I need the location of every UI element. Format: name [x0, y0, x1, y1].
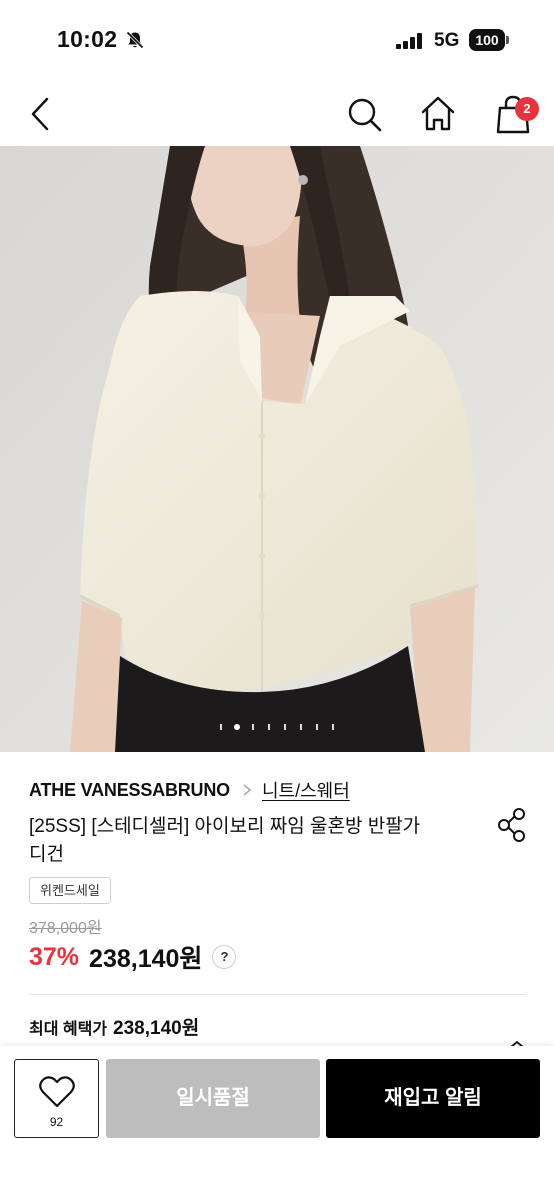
pagination-dot	[252, 724, 254, 730]
signal-icon	[396, 33, 422, 49]
max-benefit-label: 최대 혜택가	[29, 1021, 108, 1038]
sale-price: 238,140원	[89, 945, 203, 973]
pagination-dot	[300, 724, 302, 730]
top-navigation: 2	[0, 80, 554, 146]
status-bar: 10:02 5G 100	[0, 0, 554, 80]
product-title-line2: 디건	[29, 844, 64, 865]
category-link[interactable]: 니트/스웨터	[262, 777, 350, 803]
wishlist-button[interactable]: 92	[14, 1059, 99, 1138]
brand-name[interactable]: ATHE VANESSABRUNO	[29, 780, 230, 801]
bottom-action-bar: 92 일시품절 재입고 알림	[0, 1046, 554, 1200]
max-benefit-row: 최대 혜택가 238,140원	[29, 1013, 199, 1039]
pagination-dot	[316, 724, 318, 730]
product-photo	[0, 146, 554, 752]
max-benefit-price: 238,140원	[113, 1018, 200, 1039]
status-time: 10:02	[57, 26, 118, 52]
chevron-right-icon	[243, 784, 252, 796]
back-icon[interactable]	[26, 94, 56, 134]
divider	[29, 994, 526, 995]
pagination-dot	[332, 724, 334, 730]
battery-indicator: 100	[469, 29, 509, 51]
bell-muted-icon	[126, 31, 144, 49]
pagination-dot	[234, 724, 240, 730]
product-title-line1: [25SS] [스테디셀러] 아이보리 짜임 울혼방 반팔가	[29, 816, 421, 837]
product-title: [25SS] [스테디셀러] 아이보리 짜임 울혼방 반팔가 디건	[29, 813, 459, 869]
battery-tip	[506, 36, 509, 44]
battery-level: 100	[469, 29, 505, 51]
price-help-icon[interactable]: ?	[212, 945, 237, 969]
price-row: 37% 238,140원 ?	[29, 940, 237, 974]
pagination-dot	[220, 724, 222, 730]
soldout-button[interactable]: 일시품절	[106, 1059, 320, 1138]
product-image[interactable]	[0, 146, 554, 752]
pagination-dot	[268, 724, 270, 730]
restock-alert-button[interactable]: 재입고 알림	[326, 1059, 540, 1138]
brand-row: ATHE VANESSABRUNO 니트/스웨터	[29, 777, 350, 803]
home-icon[interactable]	[419, 94, 457, 134]
share-icon[interactable]	[496, 807, 528, 843]
pagination-dot	[284, 724, 286, 730]
search-icon[interactable]	[345, 95, 385, 135]
wishlist-count: 92	[49, 1115, 64, 1129]
image-pagination-dots	[220, 724, 334, 730]
heart-icon	[39, 1076, 75, 1108]
network-label: 5G	[434, 30, 460, 51]
sale-tag-badge: 위켄드세일	[29, 877, 111, 904]
discount-rate: 37%	[29, 942, 80, 971]
original-price: 378,000원	[29, 920, 102, 937]
cart-count-badge: 2	[515, 97, 539, 121]
